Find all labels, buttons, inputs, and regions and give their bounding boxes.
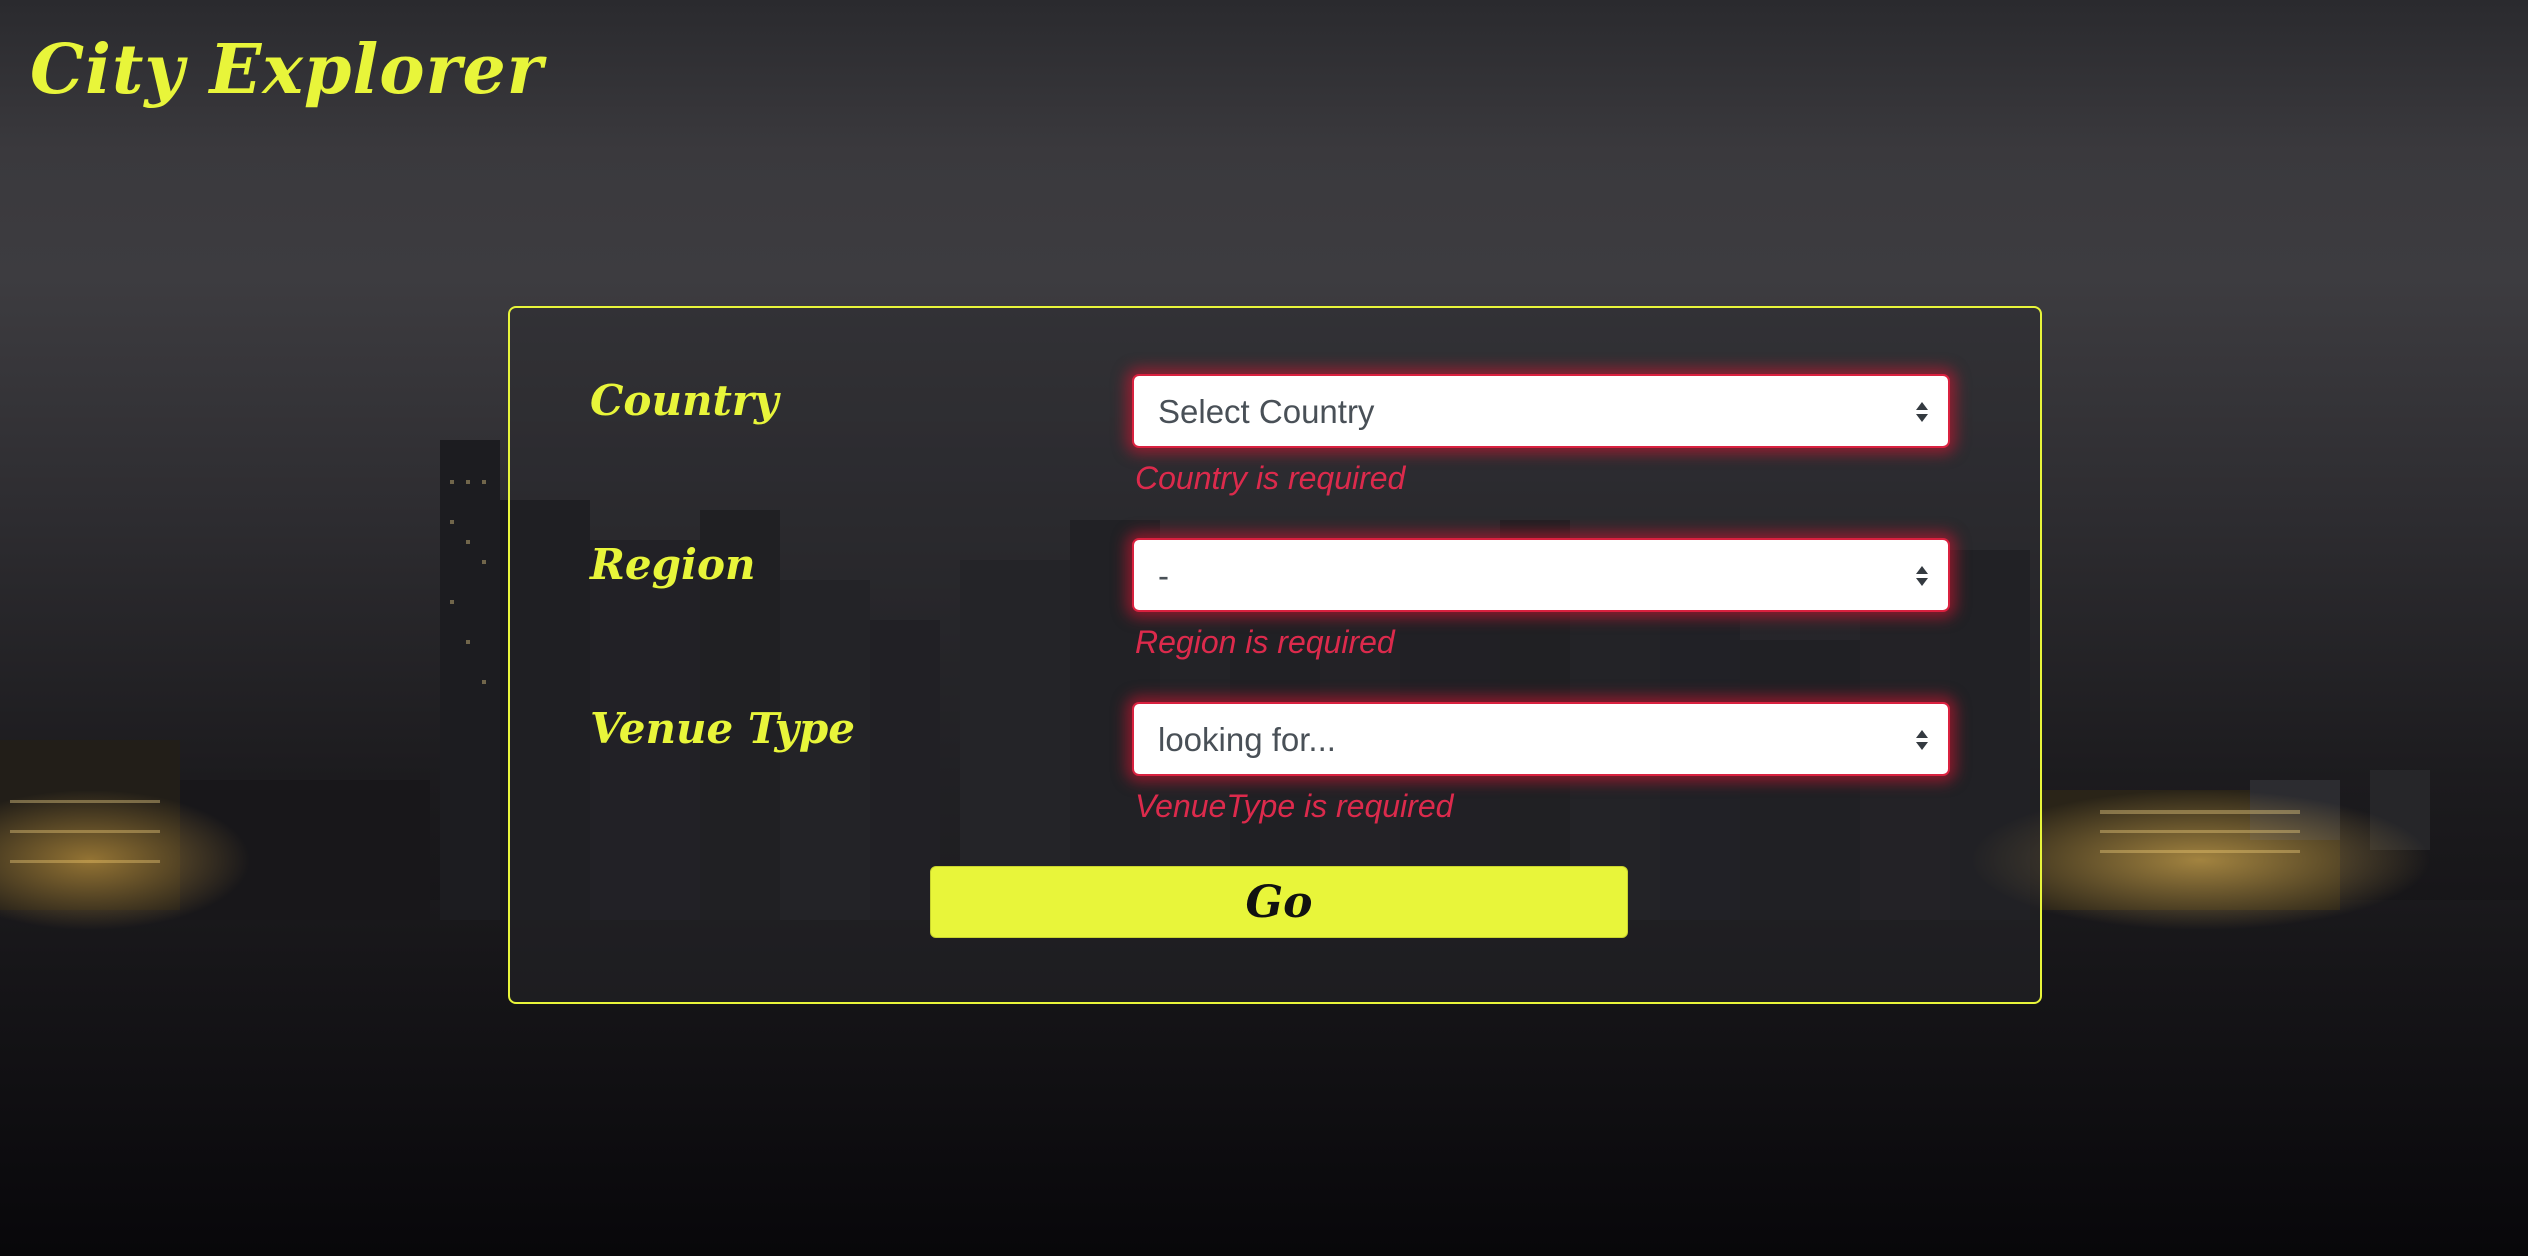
sort-arrows-icon — [1916, 566, 1928, 586]
sort-arrows-icon — [1916, 402, 1928, 422]
venue-type-error: VenueType is required — [1135, 788, 1454, 824]
region-label: Region — [590, 540, 756, 589]
country-select[interactable]: Select Country — [1132, 374, 1950, 448]
country-select-value: Select Country — [1158, 393, 1375, 430]
sort-arrows-icon — [1916, 730, 1928, 750]
country-error: Country is required — [1135, 460, 1406, 496]
venue-type-select[interactable]: looking for... — [1132, 702, 1950, 776]
app-title: City Explorer — [30, 30, 544, 110]
search-form-card: Country Select Country Country is requir… — [508, 306, 2042, 1004]
region-select-value: - — [1158, 557, 1169, 594]
venue-type-select-value: looking for... — [1158, 721, 1336, 758]
go-button[interactable]: Go — [930, 866, 1628, 938]
venue-type-label: Venue Type — [590, 704, 856, 753]
region-select[interactable]: - — [1132, 538, 1950, 612]
region-error: Region is required — [1135, 624, 1395, 660]
country-label: Country — [590, 376, 779, 425]
